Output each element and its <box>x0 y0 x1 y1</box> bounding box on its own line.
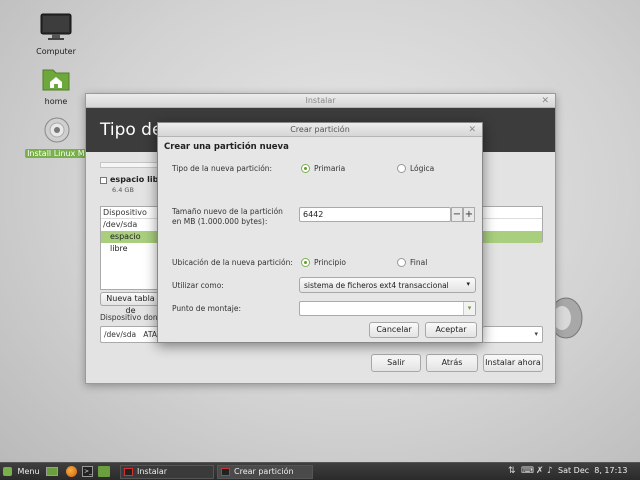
disc-icon <box>44 117 70 143</box>
desktop-icon-install[interactable]: Install Linux Mi <box>22 116 92 158</box>
window-title: Instalar <box>305 96 336 105</box>
close-icon[interactable]: ✕ <box>541 94 549 108</box>
type-primary-radio[interactable] <box>301 164 310 173</box>
chevron-down-icon: ▾ <box>466 280 470 288</box>
location-end-radio[interactable] <box>397 258 406 267</box>
terminal-icon[interactable]: >_ <box>82 466 93 477</box>
network-icon[interactable]: ⇅ <box>508 466 516 476</box>
table-row[interactable]: /dev/sda <box>101 219 159 231</box>
volume-icon[interactable]: ♪ <box>547 466 553 476</box>
task-create-partition[interactable]: Crear partición <box>217 465 313 479</box>
desktop-icon-home[interactable]: home <box>24 66 88 106</box>
mint-logo-icon <box>3 467 12 476</box>
no-wifi-icon[interactable]: ✗ <box>536 466 544 476</box>
menu-button[interactable]: Menu <box>3 465 40 479</box>
desktop-icon-label: Install Linux Mi <box>25 149 89 158</box>
window-icon <box>221 468 230 476</box>
size-input[interactable]: 6442 <box>299 207 451 222</box>
installer-titlebar[interactable]: Instalar ✕ <box>86 94 555 108</box>
type-logical-label[interactable]: Lógica <box>410 164 434 173</box>
mount-point-input[interactable]: ▾ <box>299 301 476 316</box>
progress-strip <box>100 162 160 168</box>
bootloader-label: Dispositivo don <box>100 313 158 322</box>
mount-point-dropdown-button[interactable]: ▾ <box>463 302 475 315</box>
type-primary-label[interactable]: Primaria <box>314 164 345 173</box>
task-installer[interactable]: Instalar <box>120 465 214 479</box>
install-now-button[interactable]: Instalar ahora <box>483 354 543 372</box>
size-decrement-button[interactable]: − <box>451 207 463 222</box>
size-increment-button[interactable]: + <box>463 207 475 222</box>
location-label: Ubicación de la nueva partición: <box>172 258 293 267</box>
use-as-label: Utilizar como: <box>172 281 224 290</box>
accept-button[interactable]: Aceptar <box>425 322 477 338</box>
desktop-icon-label: home <box>44 97 68 106</box>
home-folder-icon <box>42 69 70 91</box>
cancel-button[interactable]: Cancelar <box>369 322 419 338</box>
table-row-selected[interactable]: espacio libre <box>101 231 159 253</box>
dialog-title: Crear partición <box>290 125 350 134</box>
bootloader-select[interactable]: /dev/sda ATA <box>100 326 160 343</box>
computer-icon <box>40 13 72 40</box>
dialog-heading: Crear una partición nueva <box>164 142 289 152</box>
table-header: Dispositivo <box>101 207 159 219</box>
bootloader-select-right[interactable]: ▾ <box>483 326 543 343</box>
close-icon[interactable]: ✕ <box>468 123 476 137</box>
create-partition-dialog: Crear partición ✕ Crear una partición nu… <box>157 122 483 343</box>
disk-label: espacio libr <box>110 175 163 184</box>
location-end-label[interactable]: Final <box>410 258 427 267</box>
size-label-line2: en MB (1.000.000 bytes): <box>172 217 268 226</box>
disk-checkbox[interactable] <box>100 177 107 184</box>
partition-table[interactable]: Dispositivo /dev/sda espacio libre <box>100 206 160 290</box>
show-desktop-icon[interactable] <box>46 467 58 476</box>
back-button[interactable]: Atrás <box>426 354 478 372</box>
chevron-down-icon: ▾ <box>467 304 472 312</box>
location-start-label[interactable]: Principio <box>314 258 346 267</box>
files-icon[interactable] <box>98 466 110 477</box>
partition-table-right-header <box>483 206 543 243</box>
size-label-line1: Tamaño nuevo de la partición <box>172 207 283 216</box>
new-partition-table-button[interactable]: Nueva tabla de <box>100 292 160 315</box>
use-as-select[interactable]: sistema de ficheros ext4 transaccional ▾ <box>299 277 476 293</box>
disk-size: 6.4 GB <box>112 186 134 194</box>
quit-button[interactable]: Salir <box>371 354 421 372</box>
taskbar: Menu >_ Instalar Crear partición ⇅ ⌨ ✗ ♪… <box>0 462 640 480</box>
partition-type-label: Tipo de la nueva partición: <box>172 164 273 173</box>
dialog-titlebar[interactable]: Crear partición ✕ <box>158 123 482 137</box>
mount-point-label: Punto de montaje: <box>172 304 241 313</box>
keyboard-layout-icon[interactable]: ⌨ <box>521 466 534 476</box>
desktop-icon-label: Computer <box>36 47 76 56</box>
chevron-down-icon: ▾ <box>534 330 538 338</box>
window-icon <box>124 468 133 476</box>
clock[interactable]: Sat Dec 8, 17:13 <box>558 466 627 475</box>
desktop-icon-computer[interactable]: Computer <box>24 12 88 56</box>
type-logical-radio[interactable] <box>397 164 406 173</box>
firefox-icon[interactable] <box>66 466 77 477</box>
location-start-radio[interactable] <box>301 258 310 267</box>
